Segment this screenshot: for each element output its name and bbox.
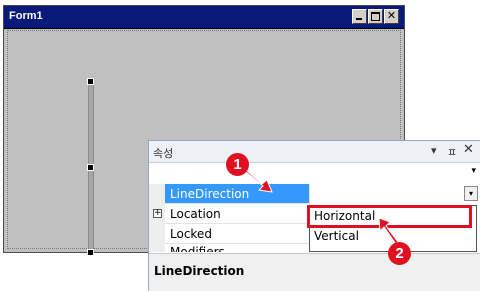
step-badge-1: 1	[226, 153, 249, 176]
step-badge-2: 2	[388, 242, 411, 265]
arrow-1-icon	[243, 167, 273, 193]
arrow-2-icon	[378, 217, 399, 245]
screenshot-stage: Form1 ✕ 속성 ▾ ㅍ ✕ ▾ LineDirection ▾ + Loc…	[0, 0, 480, 291]
